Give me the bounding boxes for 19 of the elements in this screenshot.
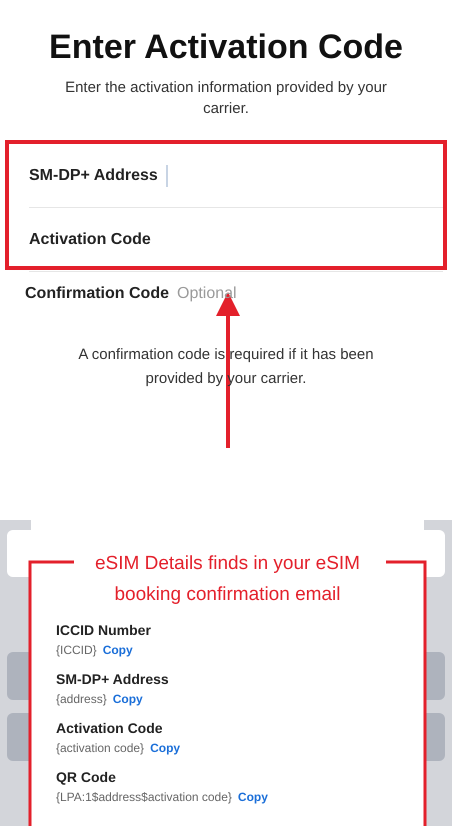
copy-link[interactable]: Copy <box>150 741 180 755</box>
detail-value: {activation code} <box>56 741 144 755</box>
subtitle: Enter the activation information provided by your carrier. <box>64 78 388 119</box>
copy-link[interactable]: Copy <box>238 790 268 804</box>
detail-label: SM-DP+ Address <box>56 671 170 687</box>
detail-label: QR Code <box>56 769 117 785</box>
copy-link[interactable]: Copy <box>102 643 133 657</box>
text-field[interactable]: Optional <box>177 285 253 303</box>
annotation-caption: eSIM Details finds in your eSIM booking confirmation email <box>94 552 362 607</box>
screen-title: Enter Activation Code <box>48 28 404 67</box>
detail-value: {address} <box>56 692 107 706</box>
detail-label: Activation Code <box>56 720 164 736</box>
field-label: Activation Code <box>29 230 151 248</box>
copy-link[interactable]: Copy <box>112 692 143 706</box>
field-label: Confirmation Code <box>25 285 169 303</box>
field-label: SM-DP+ Address <box>29 166 158 184</box>
detail-value: {LPA:1$address$activation code} <box>56 790 232 804</box>
detail-value: {ICCID} <box>56 643 97 657</box>
detail-label: ICCID Number <box>56 622 152 638</box>
